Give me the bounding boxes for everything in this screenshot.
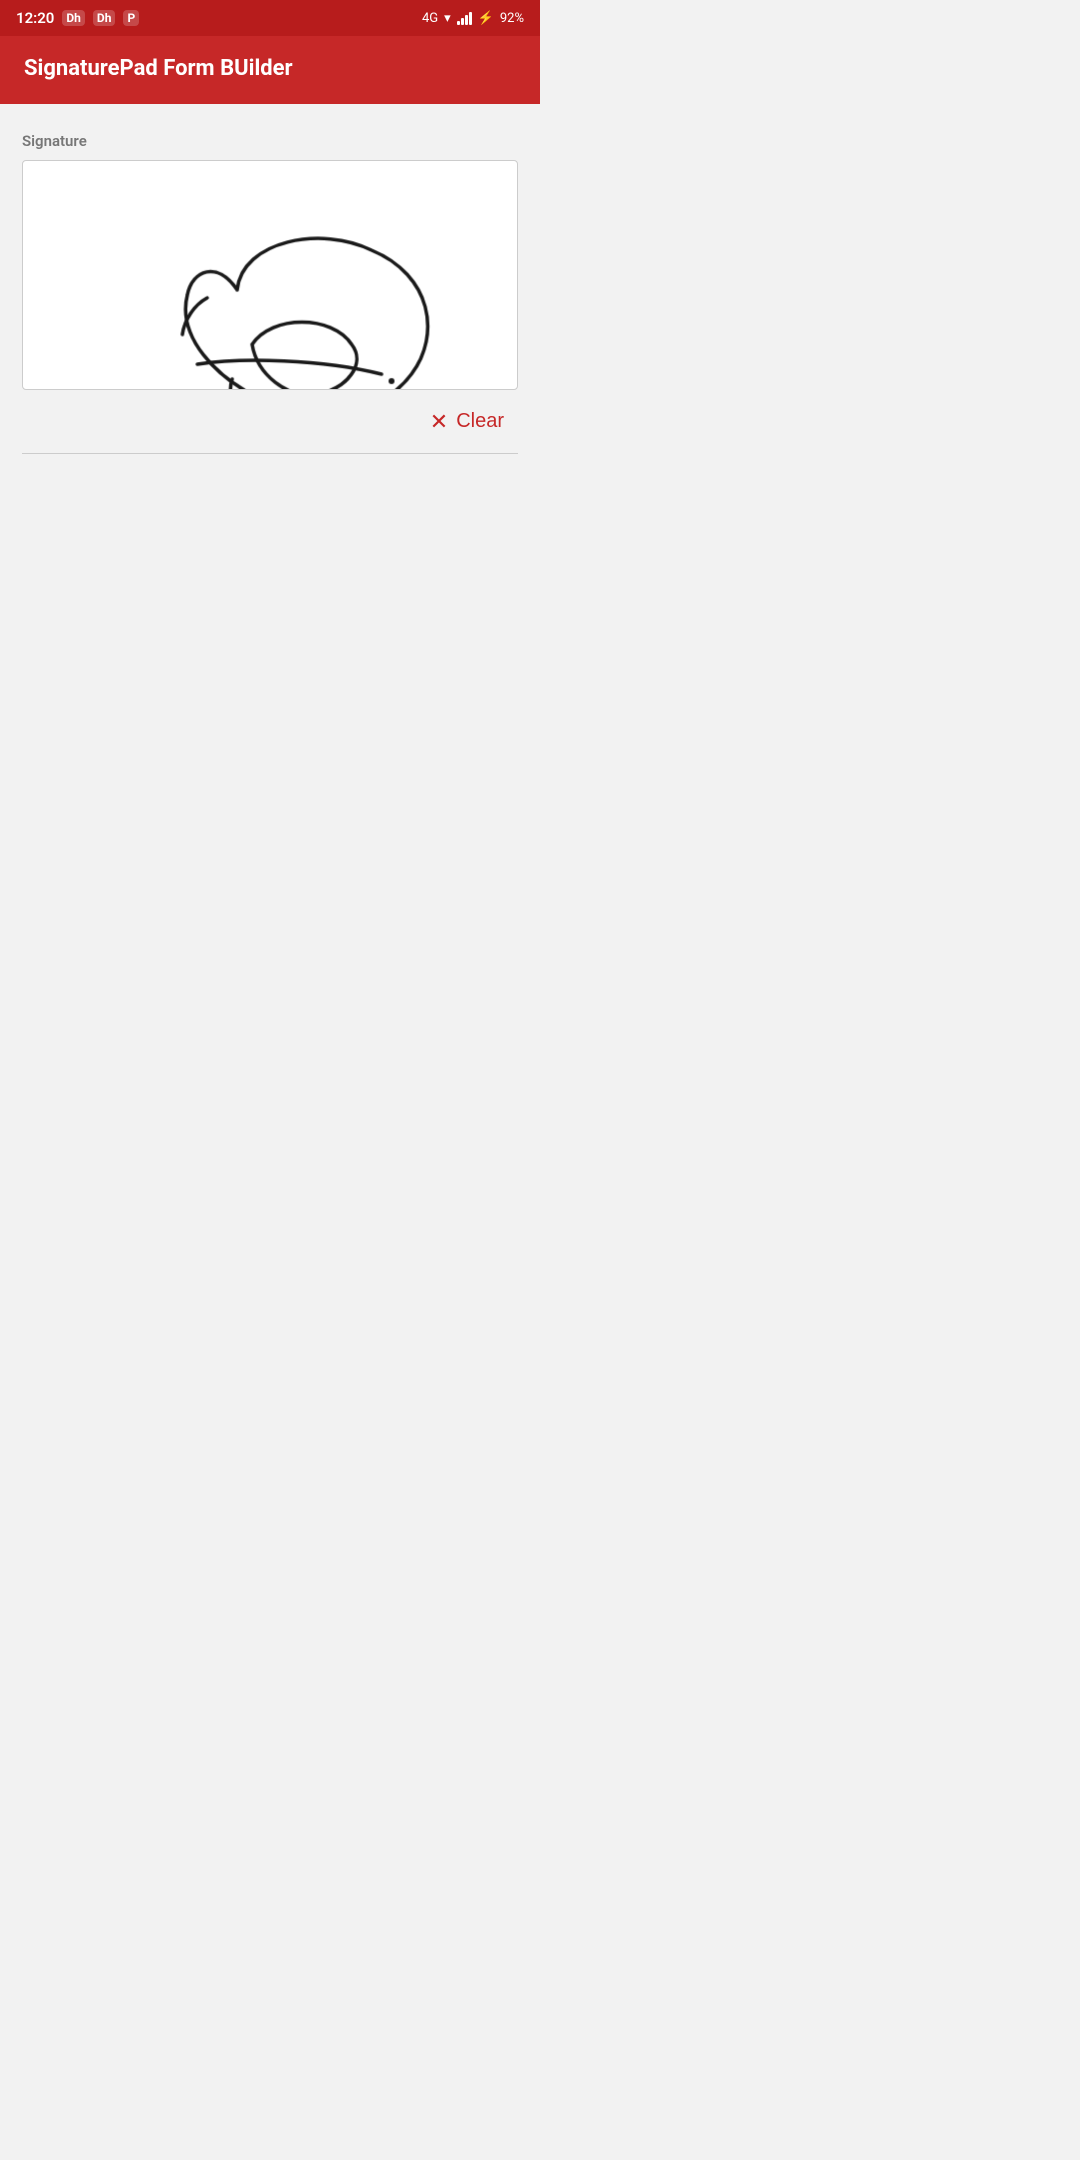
clear-label: Clear: [456, 410, 504, 433]
status-bar-left: 12:20 Dh Dh P: [16, 9, 139, 27]
wifi-icon: ▾: [444, 11, 451, 26]
dh-icon-2: Dh: [93, 10, 116, 26]
app-bar: SignaturePad Form BUilder: [0, 36, 540, 104]
dh-icon-1: Dh: [62, 10, 85, 26]
network-type: 4G: [422, 11, 438, 26]
status-time: 12:20: [16, 9, 54, 27]
divider: [22, 453, 518, 454]
signature-label: Signature: [22, 132, 518, 150]
main-content: Signature ✕ Clear: [0, 104, 540, 454]
signal-icon: [457, 11, 472, 25]
status-bar: 12:20 Dh Dh P 4G ▾ ⚡ 92%: [0, 0, 540, 36]
battery-percentage: 92%: [500, 11, 524, 26]
clear-button[interactable]: ✕ Clear: [420, 404, 514, 439]
clear-button-row: ✕ Clear: [22, 404, 518, 439]
app-bar-title: SignaturePad Form BUilder: [24, 56, 516, 82]
signature-pad[interactable]: [22, 160, 518, 390]
battery-icon: ⚡: [478, 11, 494, 26]
p-icon: P: [123, 10, 139, 26]
signature-canvas[interactable]: [23, 161, 517, 389]
status-bar-right: 4G ▾ ⚡ 92%: [422, 11, 524, 26]
clear-icon: ✕: [430, 411, 448, 433]
